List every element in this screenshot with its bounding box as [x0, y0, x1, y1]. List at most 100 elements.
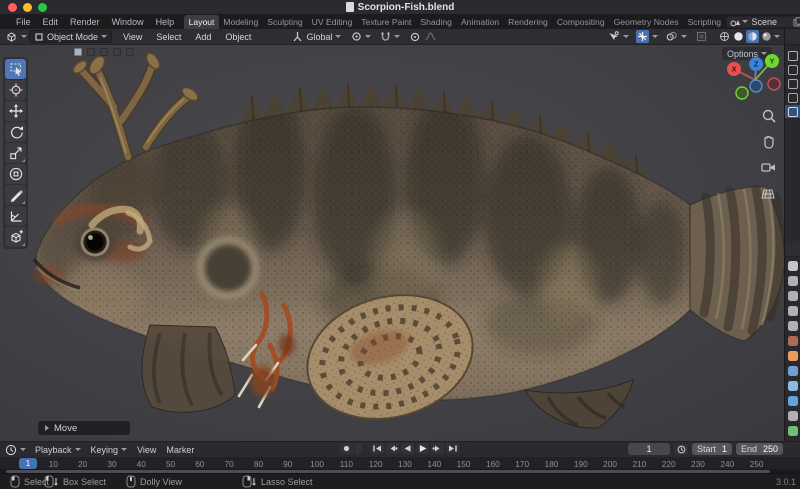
editor-type-selector[interactable] [5, 31, 27, 43]
pivot-point-selector[interactable] [351, 31, 371, 42]
shading-rendered-button[interactable] [760, 30, 773, 43]
workspace-tab-shading[interactable]: Shading [416, 15, 457, 29]
timeline-menu-marker[interactable]: Marker [161, 445, 199, 455]
workspace-tab-compositing[interactable]: Compositing [552, 15, 609, 29]
tool-select-box[interactable] [5, 59, 26, 79]
frame-end-field[interactable]: End250 [736, 443, 783, 455]
ruler-tick-40: 40 [137, 459, 146, 469]
scene-selector[interactable]: Scene ✕ [726, 16, 800, 28]
menu-window[interactable]: Window [106, 17, 150, 27]
output-tab-icon[interactable] [788, 291, 798, 301]
shading-wireframe-button[interactable] [718, 30, 731, 43]
playhead[interactable]: 1 [19, 458, 37, 469]
show-gizmo-toggle[interactable] [636, 30, 649, 43]
close-window-button[interactable] [8, 3, 17, 12]
tool-add-cube[interactable] [5, 227, 26, 247]
workspace-tab-uv-editing[interactable]: UV Editing [307, 15, 357, 29]
use-preview-range-button[interactable] [674, 444, 688, 455]
minimize-window-button[interactable] [23, 3, 32, 12]
current-frame-field[interactable]: 1 [628, 443, 670, 455]
timeline-menu-keying[interactable]: Keying [86, 445, 133, 455]
constraints-tab-icon[interactable] [788, 411, 798, 421]
timeline-menu-view[interactable]: View [132, 445, 161, 455]
menu-edit[interactable]: Edit [37, 17, 65, 27]
pan-hand-icon[interactable] [760, 133, 777, 150]
object-type-visibility-button[interactable] [607, 30, 620, 43]
menu-help[interactable]: Help [150, 17, 181, 27]
new-scene-icon[interactable] [793, 17, 800, 27]
outliner-item-icon[interactable] [788, 79, 798, 89]
workspace-tab-layout[interactable]: Layout [184, 15, 219, 29]
physics-tab-icon[interactable] [788, 396, 798, 406]
particles-tab-icon[interactable] [788, 381, 798, 391]
show-overlays-toggle[interactable] [665, 30, 678, 43]
mode-selector[interactable]: Object Mode [29, 30, 112, 43]
outliner-filter-icon[interactable] [788, 51, 798, 61]
tool-transform[interactable] [5, 164, 26, 184]
snap-toggle[interactable] [380, 31, 400, 42]
tool-measure[interactable] [5, 206, 26, 226]
world-tab-icon[interactable] [788, 336, 798, 346]
fish-model[interactable] [0, 45, 784, 441]
workspace-tab-geometry-nodes[interactable]: Geometry Nodes [609, 15, 683, 29]
camera-view-icon[interactable] [760, 159, 777, 176]
workspace-tab-modeling[interactable]: Modeling [219, 15, 263, 29]
menu-render[interactable]: Render [64, 17, 106, 27]
tool-tab-icon[interactable] [788, 261, 798, 271]
workspace-tab-sculpting[interactable]: Sculpting [263, 15, 307, 29]
tool-annotate[interactable] [5, 185, 26, 205]
ruler-tick-230: 230 [691, 459, 705, 469]
view-layer-tab-icon[interactable] [788, 306, 798, 316]
timeline-editor-type-selector[interactable] [5, 444, 26, 456]
viewport-menu-object[interactable]: Object [218, 32, 258, 42]
timeline-menu-playback[interactable]: Playback [30, 445, 86, 455]
tool-cursor[interactable] [5, 80, 26, 100]
navigation-gizmo[interactable]: X Z Y [722, 53, 782, 105]
jump-to-end-button[interactable] [446, 443, 459, 454]
jump-to-prev-keyframe-button[interactable] [386, 443, 399, 454]
play-button[interactable] [416, 443, 429, 454]
outliner-item-selected-icon[interactable] [788, 107, 798, 117]
perspective-toggle-icon[interactable] [760, 185, 777, 202]
transform-orientation-selector[interactable]: Global [292, 31, 341, 42]
outliner-item-icon[interactable] [788, 65, 798, 75]
tool-rotate[interactable] [5, 122, 26, 142]
operator-panel-move[interactable]: Move [38, 421, 130, 435]
viewport-corner-icon [100, 48, 108, 56]
proportional-editing-toggle[interactable] [408, 30, 421, 43]
xray-toggle[interactable] [695, 30, 708, 43]
menu-file[interactable]: File [10, 17, 37, 27]
tool-move[interactable] [5, 101, 26, 121]
object-data-tab-icon[interactable] [788, 426, 798, 436]
ruler-tick-70: 70 [225, 459, 234, 469]
viewport-menu-add[interactable]: Add [188, 32, 218, 42]
viewport-menu-select[interactable]: Select [149, 32, 188, 42]
viewport-3d[interactable]: Options X Z Y Move [0, 45, 784, 441]
scene-name[interactable]: Scene [750, 17, 792, 27]
shading-solid-button[interactable] [732, 30, 745, 43]
workspace-tab-animation[interactable]: Animation [456, 15, 503, 29]
frame-start-field[interactable]: Start1 [692, 443, 732, 455]
viewport-menu-view[interactable]: View [116, 32, 149, 42]
play-reverse-button[interactable] [401, 443, 414, 454]
jump-to-start-button[interactable] [371, 443, 384, 454]
fullscreen-window-button[interactable] [38, 3, 47, 12]
tool-scale[interactable] [5, 143, 26, 163]
proportional-falloff-selector[interactable] [424, 30, 437, 43]
jump-to-next-keyframe-button[interactable] [431, 443, 444, 454]
timeline-menu-label: Marker [166, 445, 194, 455]
workspace-tab-rendering[interactable]: Rendering [504, 15, 553, 29]
keying-set-button[interactable] [355, 443, 362, 454]
render-tab-icon[interactable] [788, 276, 798, 286]
shading-material-preview-button[interactable] [746, 30, 759, 43]
outliner-item-icon[interactable] [788, 93, 798, 103]
object-tab-icon[interactable] [788, 351, 798, 361]
workspace-tab-scripting[interactable]: Scripting [683, 15, 725, 29]
auto-keying-record-button[interactable] [340, 443, 353, 454]
workspace-tab-texture-paint[interactable]: Texture Paint [357, 15, 416, 29]
zoom-icon[interactable] [760, 107, 777, 124]
timeline-ruler[interactable]: 1 10203040506070809010011012013014015016… [0, 457, 800, 469]
modifiers-tab-icon[interactable] [788, 366, 798, 376]
scene-tab-icon[interactable] [788, 321, 798, 331]
chevron-down-icon [20, 448, 26, 451]
